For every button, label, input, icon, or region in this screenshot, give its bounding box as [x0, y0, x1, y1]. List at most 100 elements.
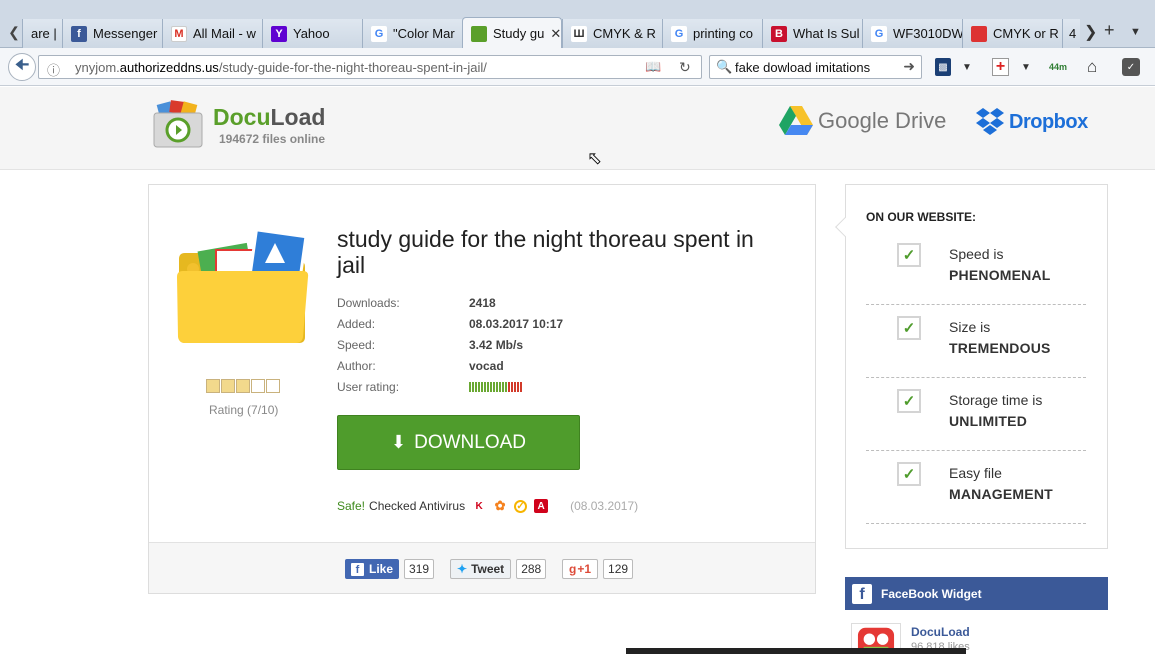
safe-label: Safe!	[337, 499, 366, 513]
tab-label: Study gu	[493, 26, 545, 41]
tab-wf3010dw[interactable]: G WF3010DW	[862, 19, 962, 48]
tab-what-is-sul[interactable]: B What Is Sul	[762, 19, 862, 48]
url-bar[interactable]: ⓘ ynyjom.authorizeddns.us/study-guide-fo…	[38, 55, 702, 79]
facebook-icon: f	[71, 25, 87, 42]
features-sidebar: ON OUR WEBSITE: ✓ Speed is PHENOMENAL ✓ …	[835, 184, 1108, 549]
rating-tick	[487, 382, 489, 392]
star-icon[interactable]	[266, 379, 280, 393]
tab-label: are |	[31, 26, 57, 41]
reload-icon[interactable]: ↻	[679, 59, 691, 76]
antivirus-date: (08.03.2017)	[570, 499, 639, 513]
download-progress-badge[interactable]: 44m	[1049, 58, 1067, 76]
rating-tick	[490, 382, 492, 392]
tab-0[interactable]: are |	[22, 19, 62, 48]
rating-tick	[472, 382, 474, 392]
facebook-like[interactable]: f Like 319	[345, 558, 435, 580]
gplus-label: +1	[577, 562, 592, 576]
tab-study-guide-active[interactable]: Study gu ✕	[462, 17, 562, 49]
rating-tick	[520, 382, 522, 392]
google-drive-link[interactable]: Google Drive	[779, 106, 946, 136]
tab-label: What Is Sul	[793, 26, 860, 41]
tab-11[interactable]: 4	[1062, 19, 1080, 48]
download-button[interactable]: ⬇ DOWNLOAD	[337, 415, 580, 470]
antivirus-check: Safe! Checked Antivirus K ✿ ✓ A (08.03.2…	[337, 498, 639, 513]
tab-label: All Mail - w	[193, 26, 256, 41]
tab-label: Messenger	[93, 26, 158, 41]
site-logo-text[interactable]: DocuLoad	[213, 104, 325, 131]
addon-dropdown-icon[interactable]: ▼	[1021, 58, 1031, 76]
tab-color-mar[interactable]: G "Color Mar	[362, 19, 462, 48]
facebook-page-name[interactable]: DocuLoad	[911, 625, 970, 639]
tweet-label: Tweet	[471, 562, 505, 576]
google-drive-icon	[779, 106, 813, 135]
google-drive-label: Google Drive	[818, 108, 947, 133]
pocket-icon[interactable]: ✓	[1122, 58, 1140, 76]
tab-messenger[interactable]: f Messenger	[62, 19, 162, 48]
folder-files-icon	[177, 229, 309, 343]
star-icon[interactable]	[221, 379, 235, 393]
facebook-like-button[interactable]: f Like	[345, 559, 400, 579]
author-label: Author:	[337, 359, 376, 373]
docuload-logo-icon[interactable]	[152, 99, 204, 149]
author-value: vocad	[469, 359, 504, 373]
feature-size: ✓ Size is TREMENDOUS	[866, 305, 1086, 378]
tweet-button[interactable]: ✦ Tweet	[450, 559, 512, 579]
url-text[interactable]: ynyjom.authorizeddns.us/study-guide-for-…	[75, 60, 487, 75]
new-tab-icon[interactable]: +	[1104, 20, 1115, 41]
checkmark-icon: ✓	[897, 462, 921, 486]
tab-scroll-right-icon[interactable]: ❯	[1084, 22, 1097, 42]
feature-line1: Storage time is	[949, 392, 1043, 408]
checkmark-icon: ✓	[897, 316, 921, 340]
kaspersky-icon: K	[475, 500, 483, 512]
tab-label: 4	[1069, 26, 1077, 41]
home-icon[interactable]: ⌂	[1087, 57, 1097, 76]
star-icon[interactable]	[206, 379, 220, 393]
close-tab-icon[interactable]: ✕	[550, 26, 561, 42]
tab-cmyk-r[interactable]: Ш CMYK & R	[562, 19, 662, 48]
tab-label: "Color Mar	[393, 26, 455, 41]
tab-yahoo[interactable]: Y Yahoo	[262, 19, 362, 48]
feature-line2: UNLIMITED	[949, 413, 1028, 429]
checkmark-icon: ✓	[897, 243, 921, 267]
bold-b-icon: B	[771, 25, 787, 42]
rating-tick	[508, 382, 510, 392]
star-icon[interactable]	[236, 379, 250, 393]
search-go-icon[interactable]: ➜	[903, 58, 915, 75]
twitter-icon: ✦	[457, 562, 468, 576]
speed-value: 3.42 Mb/s	[469, 338, 524, 352]
gplus-count: 129	[603, 559, 634, 579]
search-icon: 🔍	[716, 59, 733, 74]
site-info-icon[interactable]: ⓘ	[47, 60, 60, 79]
file-title: study guide for the night thoreau spent …	[337, 226, 754, 278]
tab-scroll-left-icon[interactable]: ❮	[8, 22, 20, 42]
tab-printing[interactable]: G printing co	[662, 19, 762, 48]
tab-cmyk-or-r[interactable]: CMYK or R	[962, 19, 1062, 48]
star-rating[interactable]	[206, 379, 280, 393]
sidebar-heading: ON OUR WEBSITE:	[866, 210, 976, 224]
rating-tick	[469, 382, 471, 392]
save-page-icon[interactable]: ▩	[935, 58, 951, 76]
google-plus-button[interactable]: g +1	[562, 559, 599, 579]
facebook-icon: f	[852, 583, 872, 604]
speed-label: Speed:	[337, 338, 376, 352]
library-icon: Ш	[571, 25, 587, 42]
back-icon[interactable]: 🠈	[8, 53, 36, 81]
feature-management: ✓ Easy file MANAGEMENT	[866, 451, 1086, 524]
facebook-widget-header: f FaceBook Widget	[845, 577, 1108, 610]
tab-list-icon[interactable]: ▼	[1130, 26, 1141, 38]
dropbox-link[interactable]: Dropbox	[975, 108, 1088, 136]
bottom-overlay-bar	[626, 648, 966, 654]
star-icon[interactable]	[251, 379, 265, 393]
save-dropdown-icon[interactable]: ▼	[962, 58, 972, 76]
download-label: DOWNLOAD	[414, 431, 526, 453]
addon-cross-icon[interactable]: +	[992, 58, 1009, 76]
google-plus[interactable]: g +1 129	[562, 558, 634, 580]
search-bar[interactable]: 🔍 fake dowload imitations ➜	[709, 55, 922, 79]
search-input[interactable]: fake dowload imitations	[735, 60, 870, 75]
tab-all-mail[interactable]: M All Mail - w	[162, 19, 262, 48]
nav-toolbar: 🠈 ⓘ ynyjom.authorizeddns.us/study-guide-…	[0, 48, 1155, 86]
reader-view-icon[interactable]: 📖	[645, 59, 661, 75]
tab-label: CMYK & R	[593, 26, 656, 41]
twitter-tweet[interactable]: ✦ Tweet 288	[450, 558, 547, 580]
rating-tick	[478, 382, 480, 392]
